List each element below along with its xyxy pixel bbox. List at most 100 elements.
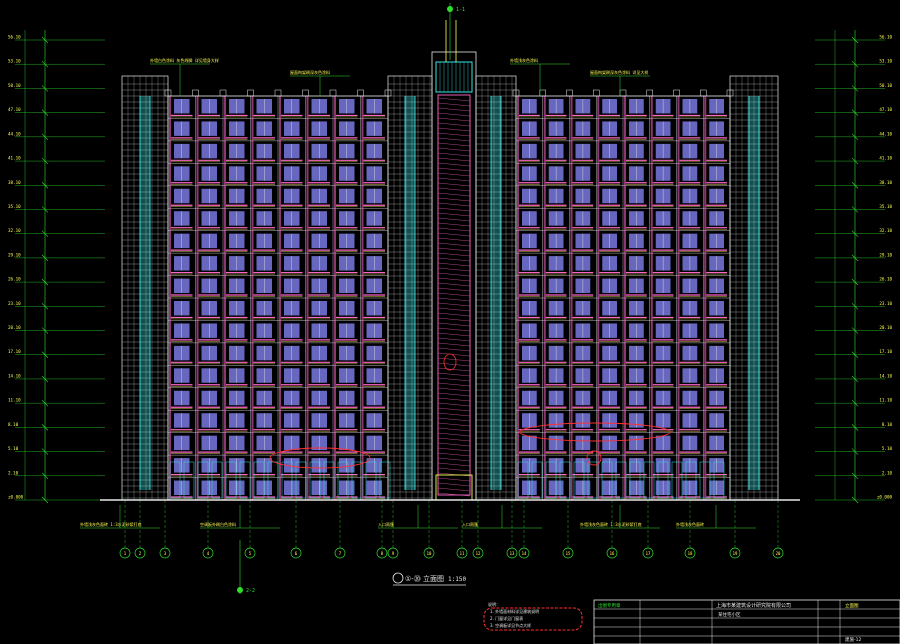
axis-label: 2	[139, 551, 142, 556]
stair-flight	[437, 477, 471, 482]
level-label: 14.10	[8, 373, 21, 378]
stair-flight	[437, 397, 471, 402]
core-roof-machine-room	[435, 61, 473, 93]
firm-name: 上海市某建筑设计研究院有限公司	[716, 602, 791, 609]
stair-flight	[437, 217, 471, 222]
stair-flight	[437, 257, 471, 262]
stair-flight	[437, 242, 471, 247]
level-label: ±0.000	[877, 495, 893, 500]
stair-flight	[437, 402, 471, 407]
svg-text:1-1: 1-1	[456, 7, 465, 13]
stair-flight	[437, 312, 471, 317]
roof-parapet	[329, 89, 337, 97]
stair-flight	[437, 262, 471, 267]
axis-label: 7	[339, 551, 342, 556]
level-label: 5.10	[882, 446, 893, 451]
level-label: 35.10	[8, 204, 21, 209]
callout-bottom-5: 外墙浅灰色面砖 1:3水泥砂浆打底	[580, 521, 642, 527]
axis-label: 14	[522, 551, 527, 556]
stair-flight	[437, 182, 471, 187]
level-label: 2.10	[882, 470, 893, 475]
stair-flight	[437, 152, 471, 157]
stair-flight	[437, 162, 471, 167]
stair-flight	[437, 452, 471, 457]
stair-flight	[437, 122, 471, 127]
roof-parapet	[274, 89, 282, 97]
revision-mark	[443, 353, 457, 371]
level-label: 26.10	[8, 277, 21, 282]
level-label: 29.10	[879, 252, 892, 257]
level-label: 32.10	[879, 228, 892, 233]
callout-bottom-4: 入口雨篷	[462, 521, 478, 527]
stair-flight	[437, 127, 471, 132]
stair-flight	[437, 417, 471, 422]
axis-label: 1	[124, 551, 127, 556]
pilaster	[196, 96, 199, 500]
level-label: 56.10	[879, 35, 892, 40]
roof-parapet	[357, 89, 364, 97]
stair-flight	[437, 187, 471, 192]
level-label: 53.10	[8, 59, 21, 64]
stair-flight	[437, 147, 471, 152]
level-label: 41.10	[879, 156, 892, 161]
stair-flight	[437, 357, 471, 362]
level-label: 2.10	[8, 470, 19, 475]
right-dimension-chain: 56.10 53.10 50.10 47.10 44.10 41.10 38.10 35.10…	[815, 30, 893, 504]
axis-label: 3	[164, 551, 167, 556]
svg-text:1. 外墙面材料详见建筑说明: 1. 外墙面材料详见建筑说明	[490, 608, 539, 614]
stair-flight	[437, 317, 471, 322]
sheet-number: 建施-12	[845, 636, 861, 643]
roof-parapet	[700, 89, 707, 97]
axis-label: 13	[510, 551, 515, 556]
sheet-name: 立面图	[845, 602, 859, 609]
stamp-text: 出图专用章	[598, 602, 621, 609]
stair-flight	[437, 267, 471, 272]
shopfront-bay	[671, 461, 683, 499]
stair-flight	[437, 277, 471, 282]
axis-label: 12	[476, 551, 481, 556]
stair-flight	[437, 342, 471, 347]
stair-flight	[437, 412, 471, 417]
pilaster	[704, 96, 707, 500]
stair-flight	[437, 282, 471, 287]
level-label: 14.10	[879, 373, 892, 378]
level-label: 20.10	[879, 325, 892, 330]
stair-flight	[437, 212, 471, 217]
core-stair-shaft	[437, 94, 471, 496]
svg-text:说明：: 说明：	[488, 601, 500, 607]
pilaster	[543, 96, 546, 500]
axis-label: 16	[610, 551, 615, 556]
stair-flight	[437, 302, 471, 307]
axis-label: 15	[566, 551, 571, 556]
revision-cloud-right	[519, 422, 671, 442]
axis-label: 18	[688, 551, 693, 556]
callout-bottom-2: 空调板外刷白色涂料	[200, 521, 236, 527]
level-label: 38.10	[8, 180, 21, 185]
stair-flight	[437, 372, 471, 377]
roof-parapet	[192, 89, 199, 97]
roof-parapet	[302, 89, 309, 97]
left-dimension-chain: 56.10 53.10 50.10 47.10 44.10 41.10 38.10 35.10…	[8, 30, 105, 504]
stair-flight	[437, 437, 471, 442]
stair-flight	[437, 392, 471, 397]
level-label: 44.10	[8, 131, 21, 136]
level-label: 47.10	[8, 107, 21, 112]
stair-flight	[437, 292, 471, 297]
stair-flight	[437, 247, 471, 252]
axis-label: 10	[427, 551, 432, 556]
stair-flight	[437, 447, 471, 452]
roof-parapet	[593, 89, 600, 97]
level-label: 47.10	[879, 107, 892, 112]
drawing-title: ①-⑳ 立面图 1:150	[392, 572, 466, 586]
roof-parapet	[646, 89, 653, 97]
stair-flight	[437, 252, 471, 257]
level-label: 23.10	[879, 301, 892, 306]
pilaster	[597, 96, 600, 500]
level-label: 23.10	[8, 301, 21, 306]
stair-flight	[437, 362, 471, 367]
stair-flight	[437, 132, 471, 137]
stair-flight	[437, 472, 471, 477]
level-label: 29.10	[8, 252, 21, 257]
stair-flight	[437, 287, 471, 292]
stair-flight	[437, 432, 471, 437]
